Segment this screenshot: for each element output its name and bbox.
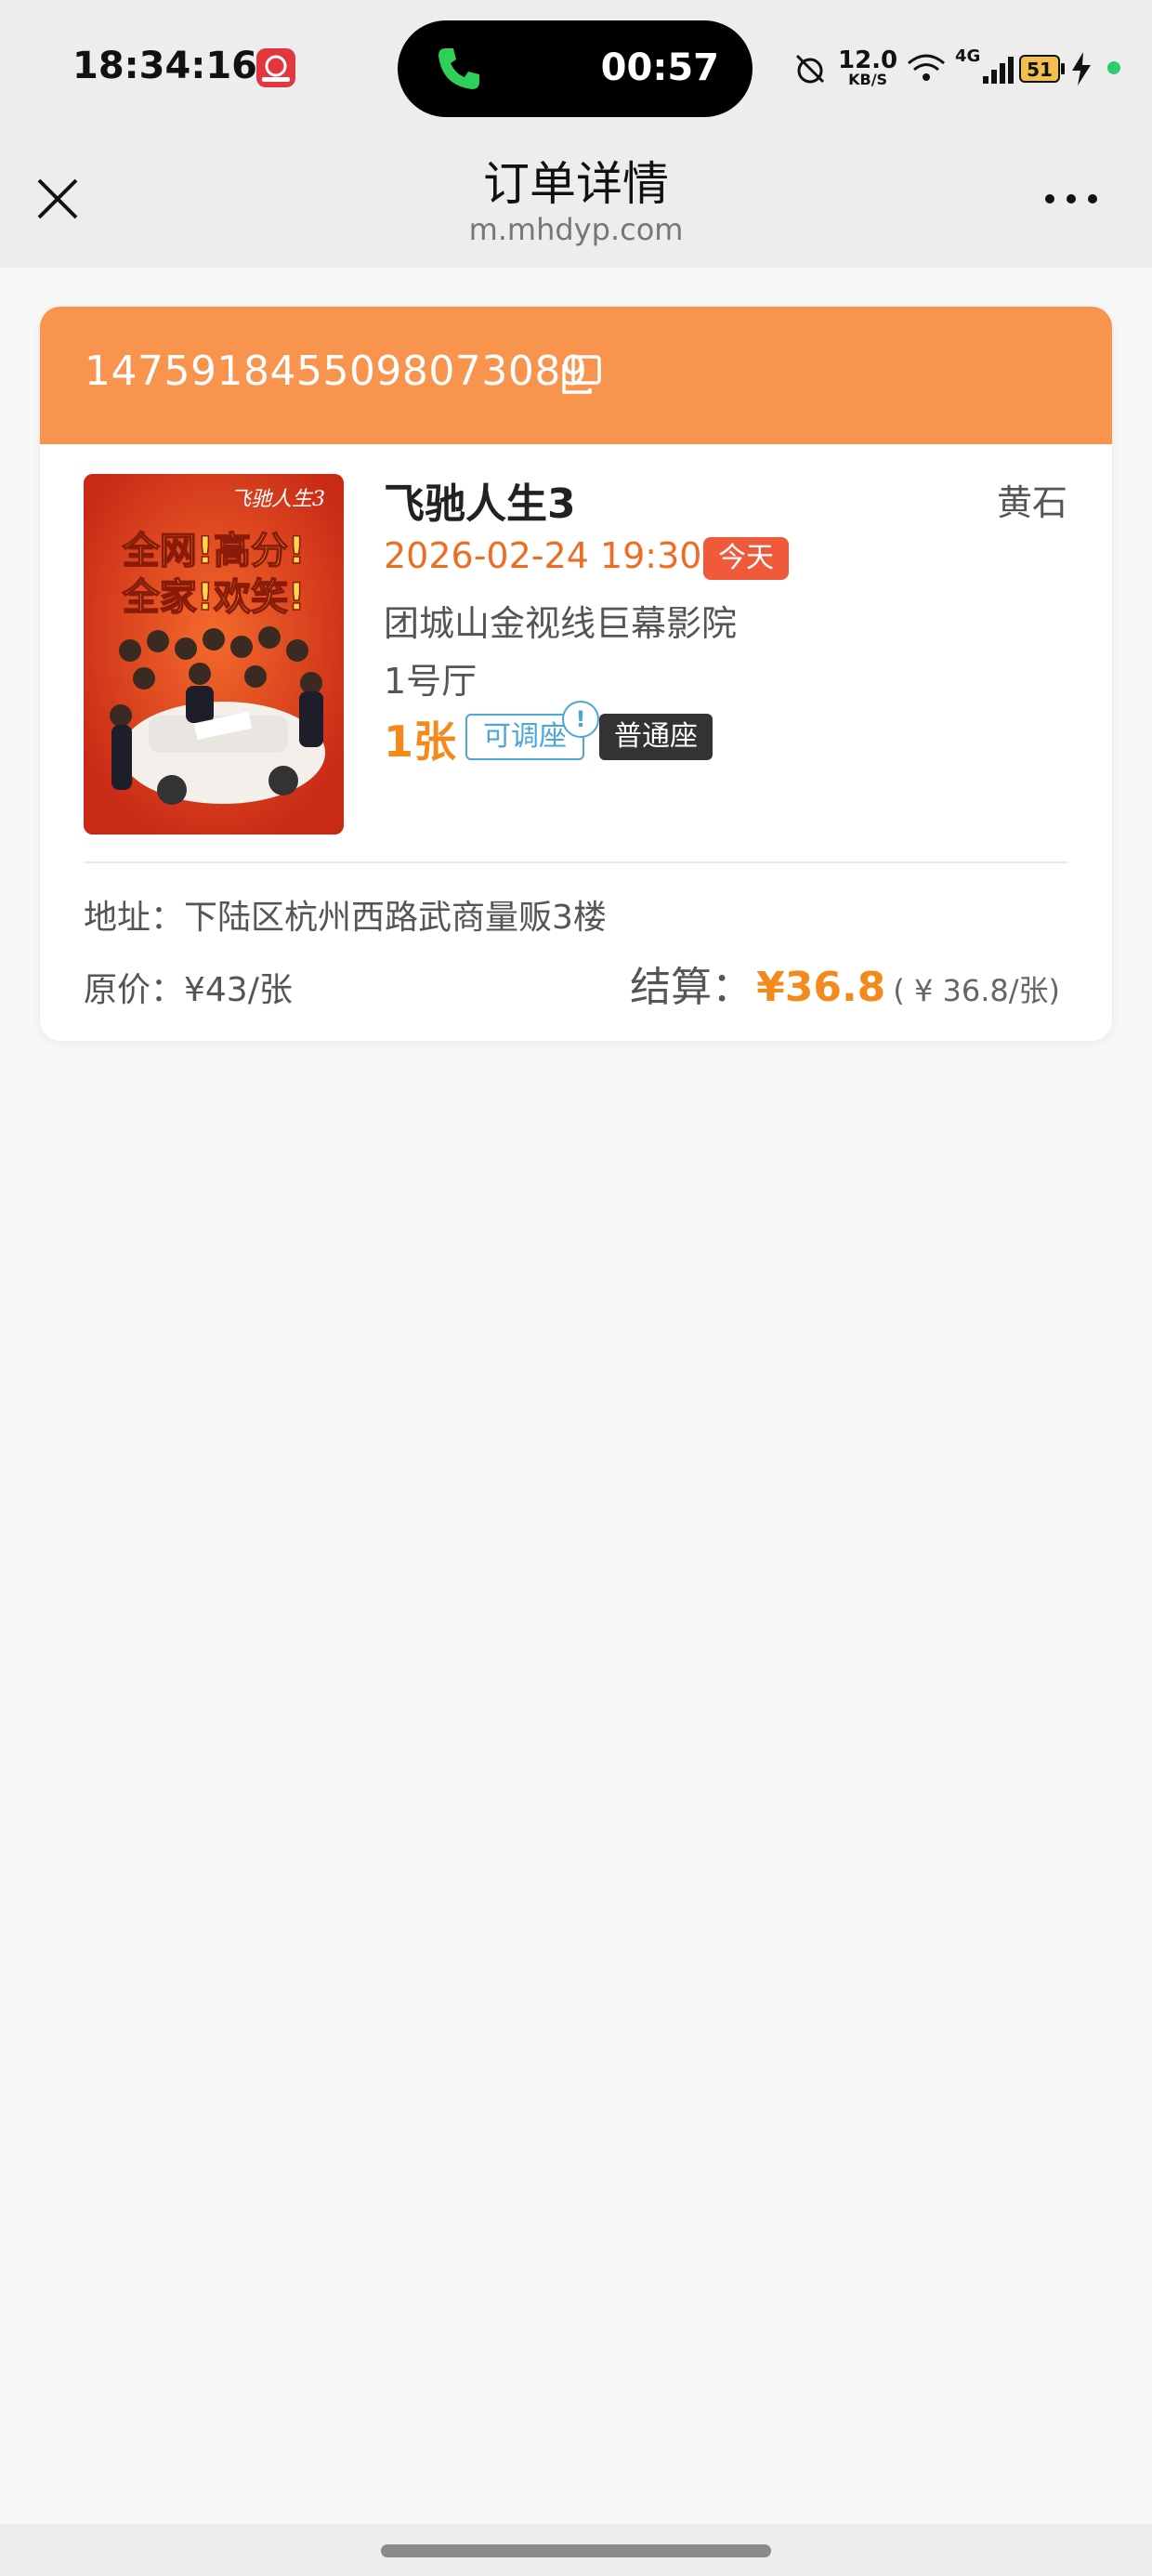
hall-name: 1号厅 [384,661,478,702]
cinema-address: 地址：下陆区杭州西路武商量贩3楼 [84,899,607,937]
navigation-bar: 订单详情 m.mhdyp.com [0,130,1152,268]
original-price: 原价：¥43/张 [84,971,293,1009]
order-card: 1475918455098073089 飞驰人生3 全网!高分! 全家!欢笑! [40,307,1112,1041]
charging-bolt-icon [1072,52,1091,85]
poster-headline-2: 全家!欢笑! [122,576,305,619]
seat-type-tag: 普通座 [599,714,713,760]
settle-label: 结算： [630,964,753,1011]
signal-4g-label: 4G [955,46,981,66]
call-timer: 00:57 [600,46,719,89]
status-bar: 18:34:16 00:57 12.0 KB/S 4G 51 [0,0,1152,130]
gesture-area [0,2524,1152,2576]
phone-icon [439,48,479,89]
settle-per-ticket: ( ¥ 36.8/张) [893,973,1060,1008]
page-title: 订单详情 [483,157,669,211]
network-speed: 12.0 KB/S [838,46,898,88]
poster-headline-1: 全网!高分! [122,530,305,572]
svg-text:51: 51 [1027,59,1053,81]
order-header: 1475918455098073089 [40,307,1112,444]
wifi-icon [908,54,945,81]
divider [84,861,1068,863]
app-notification-icon [256,48,295,87]
ticket-count: 1张 [384,716,457,767]
copy-icon[interactable] [560,353,603,396]
ongoing-call-pill[interactable]: 00:57 [398,20,753,117]
city-label: 黄石 [996,482,1067,523]
status-clock: 18:34:16 [72,45,257,87]
privacy-indicator-dot [1107,61,1120,74]
poster-image: 飞驰人生3 全网!高分! 全家!欢笑! [84,474,344,835]
cellular-signal-icon [983,57,1014,84]
show-time: 2026-02-24 19:30 [384,535,702,576]
movie-poster: 飞驰人生3 全网!高分! 全家!欢笑! [84,474,344,835]
more-options-icon[interactable] [1039,169,1104,229]
page-domain: m.mhdyp.com [468,212,684,247]
cinema-name: 团城山金视线巨幕影院 [384,603,738,644]
movie-title: 飞驰人生3 [384,480,576,528]
battery-icon: 51 [1019,55,1065,83]
info-icon[interactable]: ! [562,701,599,738]
settlement: 结算：¥36.8( ¥ 36.8/张) [630,953,1060,1013]
settle-amount: ¥36.8 [756,964,886,1011]
poster-logo: 飞驰人生3 [230,488,325,511]
status-icons: 12.0 KB/S 4G 51 [792,41,1126,97]
today-badge: 今天 [703,537,789,580]
page: 18:34:16 00:57 12.0 KB/S 4G 51 订单详情 m.mh… [0,0,1152,2576]
home-gesture-bar[interactable] [381,2544,771,2557]
order-number: 1475918455098073089 [85,348,588,395]
alarm-off-icon [795,54,825,84]
